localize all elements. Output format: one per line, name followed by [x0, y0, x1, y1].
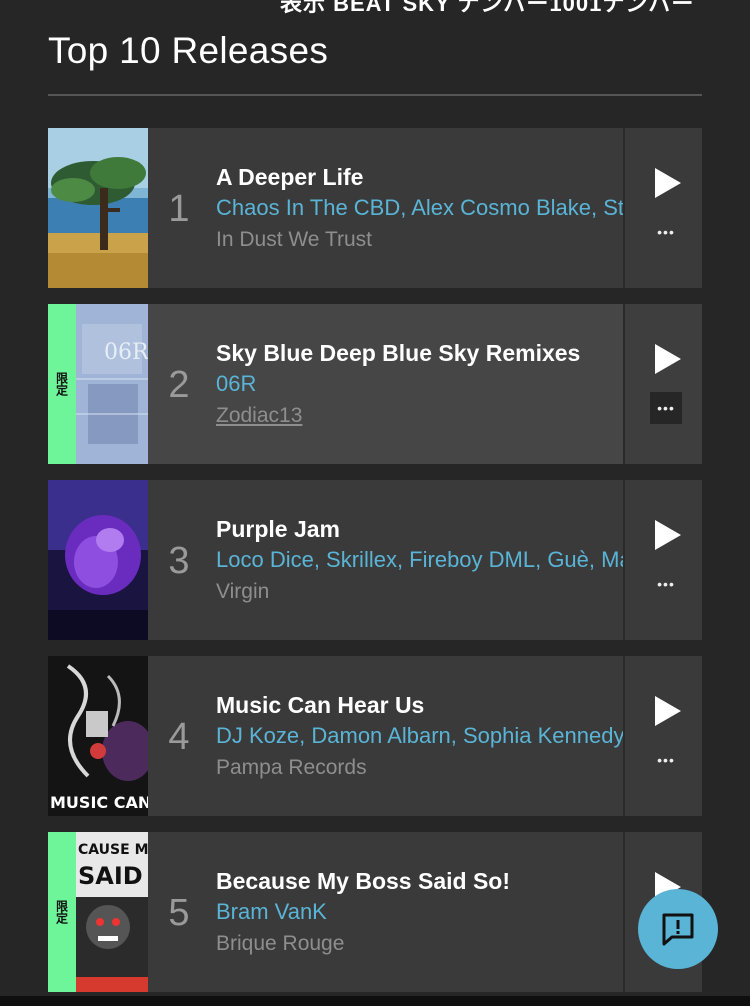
section-title: Top 10 Releases — [48, 30, 329, 71]
release-artists[interactable]: Loco Dice, Skrillex, Fireboy DML, Guè, M… — [216, 544, 668, 576]
top-releases-page: 表示 BEAT SKY ナンバー1001ナンバー Top 10 Releases — [0, 0, 750, 1006]
release-label[interactable]: Brique Rouge — [216, 928, 668, 960]
artwork-text: SAID S — [78, 862, 148, 890]
release-title[interactable]: Purple Jam — [216, 514, 668, 544]
release-card[interactable]: MUSIC CAN 4 Music Can Hear Us DJ Koze, D… — [48, 656, 702, 816]
more-options-button[interactable]: ••• — [650, 568, 682, 600]
release-artwork[interactable] — [48, 128, 148, 288]
release-rank: 3 — [168, 540, 190, 582]
release-info: Music Can Hear Us DJ Koze, Damon Albarn,… — [216, 690, 668, 784]
release-card[interactable]: 3 Purple Jam Loco Dice, Skrillex, Firebo… — [48, 480, 702, 640]
artwork-text: CAUSE MY — [78, 842, 148, 858]
release-label[interactable]: Zodiac13 — [216, 400, 668, 432]
play-button[interactable] — [655, 344, 681, 374]
more-icon: ••• — [657, 224, 675, 240]
release-artwork[interactable]: MUSIC CAN — [48, 656, 148, 816]
release-label[interactable]: In Dust We Trust — [216, 224, 668, 256]
release-info: A Deeper Life Chaos In The CBD, Alex Cos… — [216, 162, 668, 256]
bottom-bar — [0, 996, 750, 1006]
release-info: Sky Blue Deep Blue Sky Remixes 06R Zodia… — [216, 338, 668, 432]
feedback-chat-icon — [662, 913, 694, 946]
more-icon: ••• — [657, 400, 675, 416]
release-rank: 2 — [168, 364, 190, 406]
release-actions: ••• — [623, 128, 702, 288]
release-title[interactable]: Sky Blue Deep Blue Sky Remixes — [216, 338, 668, 368]
more-options-button[interactable]: ••• — [650, 392, 682, 424]
play-button[interactable] — [655, 168, 681, 198]
release-artists[interactable]: DJ Koze, Damon Albarn, Sophia Kennedy, — [216, 720, 668, 752]
release-title[interactable]: Because My Boss Said So! — [216, 866, 668, 896]
exclusive-badge: 限定 — [48, 832, 76, 992]
feedback-button[interactable] — [638, 889, 718, 969]
title-divider — [48, 94, 702, 96]
release-label[interactable]: Virgin — [216, 576, 668, 608]
play-icon — [655, 168, 681, 198]
release-card[interactable]: 06R 限定 2 Sky Blue Deep Blue Sky Remixes … — [48, 304, 702, 464]
release-actions: ••• — [623, 304, 702, 464]
play-icon — [655, 520, 681, 550]
release-rank: 1 — [168, 188, 190, 230]
play-icon — [655, 344, 681, 374]
more-options-button[interactable]: ••• — [650, 744, 682, 776]
release-info: Purple Jam Loco Dice, Skrillex, Fireboy … — [216, 514, 668, 608]
release-artwork[interactable] — [48, 480, 148, 640]
exclusive-badge: 限定 — [48, 304, 76, 464]
release-label[interactable]: Pampa Records — [216, 752, 668, 784]
more-options-button[interactable]: ••• — [650, 216, 682, 248]
more-icon: ••• — [657, 576, 675, 592]
release-title[interactable]: Music Can Hear Us — [216, 690, 668, 720]
release-card[interactable]: 1 A Deeper Life Chaos In The CBD, Alex C… — [48, 128, 702, 288]
artwork-text: 06R — [104, 340, 148, 365]
more-icon: ••• — [657, 752, 675, 768]
release-rank: 4 — [168, 716, 190, 758]
release-artists[interactable]: Bram VanK — [216, 896, 668, 928]
release-actions: ••• — [623, 656, 702, 816]
release-artists[interactable]: Chaos In The CBD, Alex Cosmo Blake, Sto — [216, 192, 668, 224]
release-artists[interactable]: 06R — [216, 368, 668, 400]
release-card[interactable]: CAUSE MY SAID S 限定 5 Because My Boss Sai… — [48, 832, 702, 992]
play-button[interactable] — [655, 696, 681, 726]
exclusive-badge-label: 限定 — [54, 372, 69, 396]
cutoff-header-text: 表示 BEAT SKY ナンバー1001ナンバー — [280, 0, 695, 16]
release-rank: 5 — [168, 892, 190, 934]
release-list: 1 A Deeper Life Chaos In The CBD, Alex C… — [48, 128, 702, 1006]
exclusive-badge-label: 限定 — [54, 900, 69, 924]
play-icon — [655, 696, 681, 726]
release-actions: ••• — [623, 480, 702, 640]
play-button[interactable] — [655, 520, 681, 550]
artwork-text: MUSIC CAN — [50, 793, 148, 812]
release-info: Because My Boss Said So! Bram VanK Briqu… — [216, 866, 668, 960]
release-title[interactable]: A Deeper Life — [216, 162, 668, 192]
